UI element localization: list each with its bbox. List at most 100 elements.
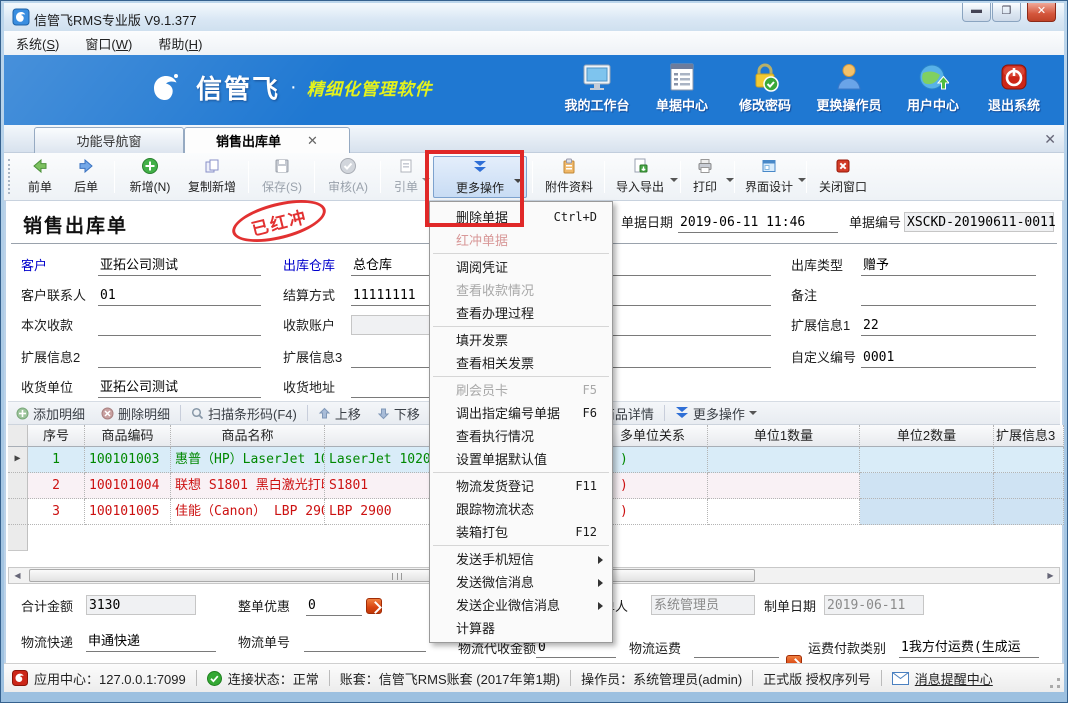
payment-label: 本次收款 (21, 316, 73, 336)
delete-detail-button[interactable]: 删除明细 (101, 404, 170, 423)
menu-item-related-invoice[interactable]: 查看相关发票 (431, 352, 611, 375)
outbound-type-field[interactable]: 赠予 (861, 256, 1036, 276)
attachment-button[interactable]: 附件资料 (538, 156, 600, 198)
audit-button[interactable]: 审核(A) (322, 156, 374, 198)
nav-user-center[interactable]: 用户中心 (892, 61, 974, 114)
title-bar[interactable]: 信管飞RMS专业版 V9.1.377 ▬ ❐ ✕ (4, 3, 1064, 31)
annotation-highlight-box (425, 150, 524, 227)
menu-item-logistics-register[interactable]: 物流发货登记F11 (431, 475, 611, 498)
close-icon: ✕ (1028, 4, 1055, 17)
total-field: 3130 (86, 595, 196, 615)
warehouse-field[interactable]: 总仓库 (351, 256, 437, 276)
prev-doc-button[interactable]: 前单 (18, 156, 62, 198)
scroll-left-icon[interactable]: ◀ (11, 570, 24, 581)
col-name[interactable]: 商品名称 (171, 425, 325, 447)
restore-button[interactable]: ❐ (992, 3, 1021, 22)
col-ext3[interactable]: 扩展信息3 (994, 425, 1064, 447)
express-field[interactable]: 申通快递 (86, 632, 216, 652)
contact-field[interactable]: 01 (98, 286, 261, 306)
next-doc-button[interactable]: 后单 (64, 156, 108, 198)
tracking-field[interactable] (304, 632, 426, 652)
menu-item-default-values[interactable]: 设置单据默认值 (431, 448, 611, 471)
app-center-status: 应用中心：127.0.0.1:7099 (12, 669, 186, 688)
close-window-button[interactable]: 关闭窗口 (812, 156, 874, 198)
window-title: 信管飞RMS专业版 V9.1.377 (34, 10, 197, 29)
menu-item-view-voucher[interactable]: 调阅凭证 (431, 256, 611, 279)
menu-item-fill-invoice[interactable]: 填开发票 (431, 329, 611, 352)
menu-item-send-sms[interactable]: 发送手机短信 (431, 548, 611, 571)
col-seq[interactable]: 序号 (28, 425, 85, 447)
custom-no-field[interactable]: 0001 (861, 348, 1036, 368)
move-down-button[interactable]: 下移 (377, 404, 420, 423)
app-icon (12, 8, 30, 26)
menu-item-send-work-wechat[interactable]: 发送企业微信消息 (431, 594, 611, 617)
discount-label: 整单优惠 (238, 597, 290, 617)
menu-system[interactable]: 系统(S) (16, 34, 59, 53)
account-status: 账套：信管飞RMS账套 (2017年第1期) (340, 669, 560, 688)
minimize-button[interactable]: ▬ (962, 3, 991, 22)
scan-barcode-icon (191, 407, 204, 420)
grid-more-operations-button[interactable]: 更多操作 (675, 404, 757, 423)
ext2-field[interactable] (98, 348, 261, 368)
nav-workbench[interactable]: 我的工作台 (556, 61, 638, 114)
menu-item-open-by-no[interactable]: 调出指定编号单据F6 (431, 402, 611, 425)
add-detail-button[interactable]: 添加明细 (16, 404, 85, 423)
menu-item-send-wechat[interactable]: 发送微信消息 (431, 571, 611, 594)
receiver-field[interactable]: 亚拓公司测试 (98, 378, 261, 398)
close-button[interactable]: ✕ (1027, 3, 1056, 22)
scroll-right-icon[interactable]: ▶ (1044, 570, 1057, 581)
menu-item-track-logistics[interactable]: 跟踪物流状态 (431, 498, 611, 521)
menu-item-execution-status[interactable]: 查看执行情况 (431, 425, 611, 448)
tabstrip-close-icon[interactable]: ✕ (1044, 131, 1056, 148)
copy-add-button[interactable]: 复制新增 (182, 156, 242, 198)
delete-detail-icon (101, 407, 114, 420)
import-export-button[interactable]: 导入导出 (610, 156, 670, 198)
remark-field[interactable] (861, 286, 1036, 306)
tracking-label: 物流单号 (238, 633, 290, 653)
account-field (351, 315, 437, 335)
license-status: 正式版 授权序列号 (763, 669, 871, 688)
move-up-button[interactable]: 上移 (318, 404, 361, 423)
app-center-icon (12, 670, 28, 686)
scrollbar-thumb[interactable] (29, 569, 755, 582)
ext3-field[interactable] (351, 348, 437, 368)
nav-change-password[interactable]: 修改密码 (724, 61, 806, 114)
custom-no-label: 自定义编号 (791, 348, 856, 368)
settlement-field[interactable]: 11111111 (351, 286, 437, 306)
warehouse-label: 出库仓库 (283, 256, 335, 276)
pull-doc-button[interactable]: 引单 (386, 156, 426, 198)
tab-navigation[interactable]: 功能导航窗 (34, 127, 184, 153)
doc-date-field[interactable]: 2019-06-11 11:46 (678, 213, 838, 233)
tab-sales-outbound[interactable]: 销售出库单✕ (184, 127, 350, 153)
discount-field[interactable]: 0 (306, 596, 362, 616)
menu-item-packing[interactable]: 装箱打包F12 (431, 521, 611, 544)
ext1-field[interactable]: 22 (861, 316, 1036, 336)
col-code[interactable]: 商品编码 (85, 425, 171, 447)
payment-field[interactable] (98, 316, 261, 336)
freight-type-field[interactable]: 1我方付运费(生成运 (899, 638, 1039, 658)
nav-document-center[interactable]: 单据中心 (641, 61, 723, 114)
nav-exit-system[interactable]: 退出系统 (973, 61, 1055, 114)
add-new-button[interactable]: 新增(N) (122, 156, 178, 198)
scan-barcode-button[interactable]: 扫描条形码(F4) (191, 404, 297, 423)
save-button[interactable]: 保存(S) (256, 156, 308, 198)
settlement-label: 结算方式 (283, 286, 335, 306)
nav-switch-operator[interactable]: 更换操作员 (808, 61, 890, 114)
menu-help[interactable]: 帮助(H) (158, 34, 202, 53)
tab-close-icon[interactable]: ✕ (307, 133, 318, 149)
doc-no-label: 单据编号 (849, 213, 901, 233)
col-unit1-qty[interactable]: 单位1数量 (708, 425, 860, 447)
discount-quick-icon[interactable] (366, 598, 382, 614)
freight-field[interactable] (694, 638, 779, 658)
print-button[interactable]: 打印 (686, 156, 724, 198)
menu-window[interactable]: 窗口(W) (85, 34, 132, 53)
resize-grip[interactable] (1050, 678, 1060, 688)
message-center-link[interactable]: 消息提醒中心 (892, 669, 993, 688)
ui-design-button[interactable]: 界面设计 (740, 156, 798, 198)
document-toolbar: 前单 后单 新增(N) 复制新增 保存(S) 审核(A) 引单 (4, 153, 1064, 201)
menu-item-view-process[interactable]: 查看办理过程 (431, 302, 611, 325)
menu-item-calculator[interactable]: 计算器 (431, 617, 611, 640)
customer-field[interactable]: 亚拓公司测试 (98, 256, 261, 276)
document-center-icon (666, 61, 698, 93)
col-unit2-qty[interactable]: 单位2数量 (860, 425, 994, 447)
